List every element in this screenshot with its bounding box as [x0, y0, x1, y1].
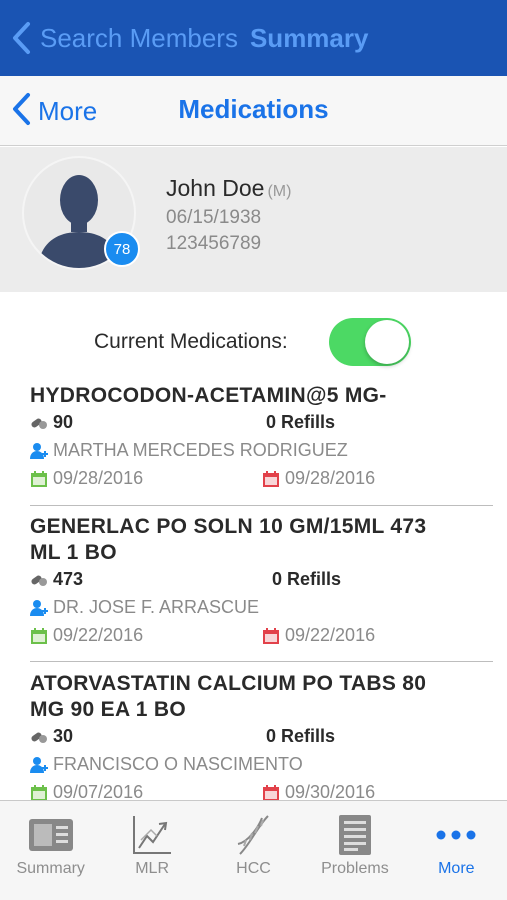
current-medications-toggle[interactable]	[329, 318, 411, 366]
calendar-start-icon	[31, 627, 47, 644]
patient-name-row: John Doe (M)	[166, 175, 291, 202]
medication-quantity: 30	[30, 726, 73, 747]
tab-more[interactable]: More	[406, 801, 507, 900]
top-bar-title: Summary	[249, 22, 369, 53]
patient-dob: 06/15/1938	[166, 207, 262, 228]
chevron-left-icon[interactable]	[10, 92, 32, 131]
list-document-icon	[330, 813, 380, 857]
patient-member-id: 123456789	[166, 233, 262, 254]
tab-label: Summary	[16, 860, 85, 877]
calendar-end-icon	[263, 470, 279, 487]
medication-item[interactable]: GENERLAC PO SOLN 10 GM/15ML 473 ML 1 BO …	[30, 514, 495, 650]
more-dots-icon	[431, 813, 481, 857]
page-navigation-bar: Medications More	[0, 76, 507, 146]
back-button-label[interactable]: More	[38, 96, 97, 127]
medication-refills: 0 Refills	[272, 569, 342, 589]
current-medications-label: Current Medications:	[94, 330, 288, 353]
tab-label: MLR	[135, 860, 169, 877]
prescriber-icon	[30, 442, 48, 459]
pills-icon	[31, 575, 47, 586]
medication-name: GENERLAC PO SOLN 10 GM/15ML 473 ML 1 BO	[30, 515, 427, 564]
medication-prescriber: FRANCISCO O NASCIMENTO	[30, 754, 303, 775]
current-medications-filter: Current Medications:	[0, 316, 507, 366]
bottom-tab-bar: Summary MLR HCC Problems More	[0, 800, 507, 900]
pills-icon	[31, 418, 47, 429]
tab-label: More	[438, 860, 475, 877]
calendar-start-icon	[31, 470, 47, 487]
calendar-start-icon	[31, 784, 47, 801]
medication-item[interactable]: HYDROCODON-ACETAMIN@5 MG- 90 0 Refills M…	[30, 383, 495, 493]
medication-quantity: 473	[30, 569, 83, 590]
calendar-end-icon	[263, 627, 279, 644]
medication-refills: 0 Refills	[266, 726, 336, 746]
top-navigation-bar: Search Members Summary	[0, 0, 507, 76]
patient-header: 78 John Doe (M) 06/15/1938 123456789	[0, 147, 507, 292]
patient-score-badge: 78	[104, 231, 140, 267]
medication-item[interactable]: ATORVASTATIN CALCIUM PO TABS 80 MG 90 EA…	[30, 671, 495, 807]
back-to-more-button[interactable]: More	[10, 90, 97, 132]
medication-prescriber: DR. JOSE F. ARRASCUE	[30, 597, 259, 618]
tab-problems[interactable]: Problems	[304, 801, 405, 900]
divider	[30, 661, 493, 662]
pills-icon	[31, 732, 47, 743]
prescriber-icon	[30, 756, 48, 773]
medication-end-date: 09/22/2016	[262, 625, 375, 646]
calendar-end-icon	[263, 784, 279, 801]
patient-name: John Doe	[166, 175, 265, 201]
tab-summary[interactable]: Summary	[0, 801, 101, 900]
prescriber-icon	[30, 599, 48, 616]
tab-hcc[interactable]: HCC	[203, 801, 304, 900]
medication-name: HYDROCODON-ACETAMIN@5 MG-	[30, 384, 387, 407]
chevron-left-icon[interactable]	[10, 18, 36, 58]
chart-trend-icon	[127, 813, 177, 857]
medication-refills: 0 Refills	[266, 412, 336, 432]
patient-gender: (M)	[267, 183, 292, 200]
medication-end-date: 09/28/2016	[262, 468, 375, 489]
medication-start-date: 09/22/2016	[30, 625, 143, 646]
divider	[30, 505, 493, 506]
medication-start-date: 09/28/2016	[30, 468, 143, 489]
medication-prescriber: MARTHA MERCEDES RODRIGUEZ	[30, 440, 348, 461]
summary-card-icon	[26, 813, 76, 857]
dna-icon	[229, 813, 279, 857]
back-to-search-members-button[interactable]: Search Members	[40, 23, 238, 54]
medication-quantity: 90	[30, 412, 73, 433]
tab-label: Problems	[321, 860, 389, 877]
tab-mlr[interactable]: MLR	[101, 801, 202, 900]
medication-name: ATORVASTATIN CALCIUM PO TABS 80 MG 90 EA…	[30, 672, 427, 721]
toggle-knob	[365, 320, 409, 364]
tab-label: HCC	[236, 860, 271, 877]
